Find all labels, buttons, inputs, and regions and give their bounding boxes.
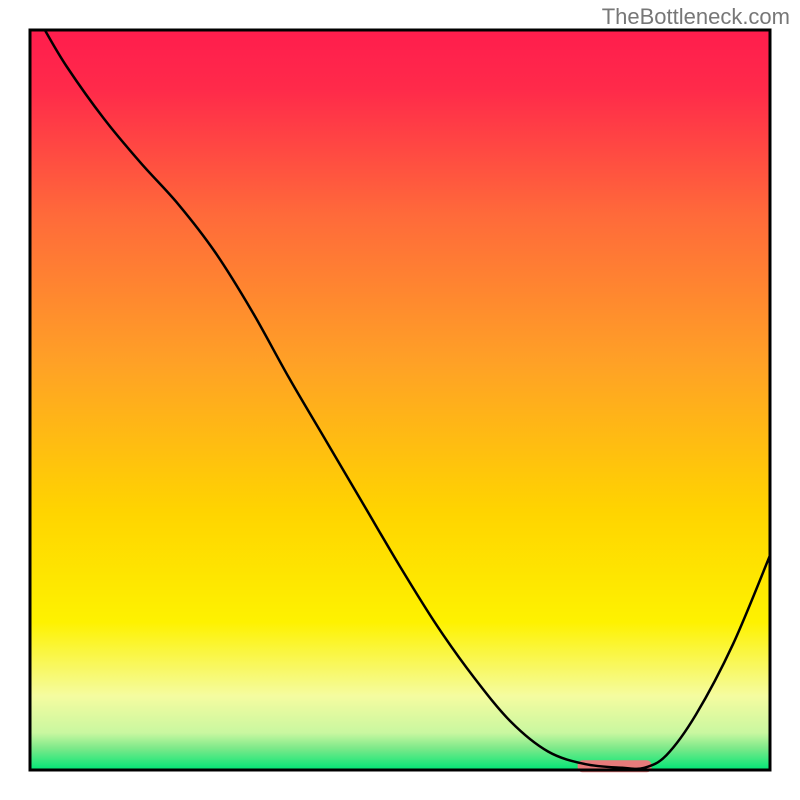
chart-svg <box>0 0 800 800</box>
bottleneck-chart: TheBottleneck.com <box>0 0 800 800</box>
gradient-plot-area <box>30 30 770 770</box>
watermark-text: TheBottleneck.com <box>602 4 790 30</box>
